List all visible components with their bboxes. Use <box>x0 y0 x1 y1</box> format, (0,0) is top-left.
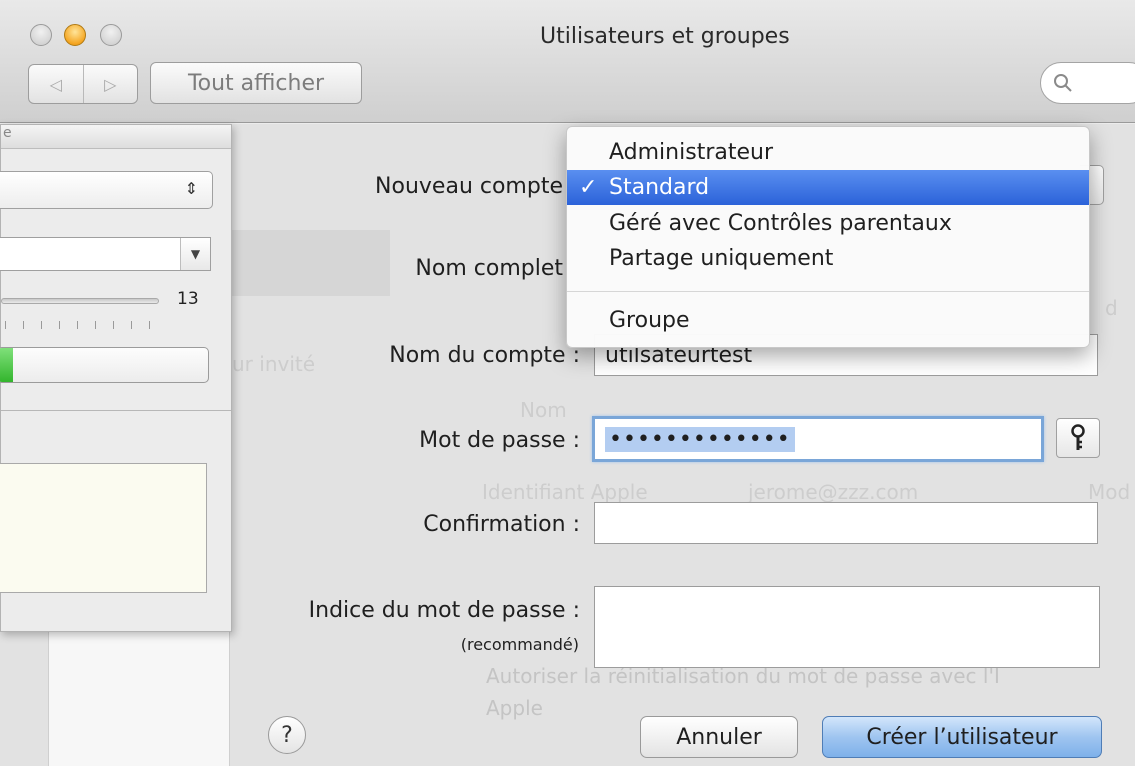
panel-text-area[interactable] <box>0 463 207 593</box>
verify-label: Confirmation : <box>423 512 580 537</box>
account-type-menu: Administrateur ✓ Standard Géré avec Cont… <box>566 126 1090 348</box>
password-hint-field[interactable] <box>594 586 1100 668</box>
checkmark-icon: ✓ <box>579 175 598 200</box>
password-label: Mot de passe : <box>419 428 580 453</box>
progress-bar <box>0 347 209 383</box>
slider-ticks <box>5 321 155 329</box>
menu-item-label: Géré avec Contrôles parentaux <box>609 211 952 236</box>
menu-item-standard[interactable]: ✓ Standard <box>567 170 1089 205</box>
show-all-button[interactable]: Tout afficher <box>150 62 362 104</box>
apple-id-ghost-value: jerome@zzz.com <box>748 480 919 504</box>
modify-ghost-text: Mod <box>1088 480 1131 504</box>
cancel-button[interactable]: Annuler <box>640 716 798 758</box>
panel-divider <box>1 410 231 411</box>
back-forward-control: ◁ ▷ <box>28 64 138 104</box>
help-button[interactable]: ? <box>268 716 306 754</box>
chevron-right-icon: ▷ <box>104 74 117 94</box>
panel-combo-box[interactable]: ▼ <box>0 237 211 271</box>
menu-separator <box>567 291 1089 292</box>
minimize-window-button[interactable] <box>64 24 86 46</box>
password-value: ••••••••••••• <box>605 426 795 452</box>
right-ghost-fragment: d <box>1105 296 1118 320</box>
window-title: Utilisateurs et groupes <box>540 24 790 49</box>
password-field[interactable]: ••••••••••••• <box>592 416 1044 462</box>
account-type-label: Nouveau compte <box>375 174 563 199</box>
dropdown-triangle-icon[interactable]: ▼ <box>180 238 210 270</box>
menu-item-label: Partage uniquement <box>609 246 834 271</box>
magnifier-icon <box>1054 74 1072 92</box>
menu-item-label: Administrateur <box>609 140 773 165</box>
menu-item-sharing-only[interactable]: Partage uniquement <box>567 241 1089 276</box>
back-button[interactable]: ◁ <box>29 65 83 103</box>
verify-field[interactable] <box>594 502 1098 544</box>
account-name-label: Nom du compte : <box>389 343 580 368</box>
slider-value: 13 <box>177 289 199 309</box>
apple-id-ghost-label: Identifiant Apple <box>482 480 648 504</box>
full-name-label: Nom complet <box>415 256 563 281</box>
progress-fill <box>0 348 13 382</box>
key-icon <box>1071 424 1085 450</box>
password-assistant-button[interactable] <box>1056 418 1100 458</box>
menu-item-group[interactable]: Groupe <box>567 303 1089 338</box>
menu-item-label: Groupe <box>609 308 690 333</box>
selected-user-background <box>230 230 390 296</box>
panel-header: e <box>1 125 231 149</box>
create-user-button[interactable]: Créer l’utilisateur <box>822 716 1102 758</box>
name-ghost-text: Nom <box>520 398 567 422</box>
menu-item-label: Standard <box>609 175 710 200</box>
up-down-arrows-icon: ⇕ <box>184 179 198 198</box>
search-field[interactable] <box>1040 62 1135 104</box>
panel-popup-button[interactable]: ⇕ <box>0 171 213 209</box>
menu-item-administrator[interactable]: Administrateur <box>567 135 1089 170</box>
window-titlebar: Utilisateurs et groupes ◁ ▷ Tout affiche… <box>0 0 1135 123</box>
password-hint-label: Indice du mot de passe : <box>308 598 580 623</box>
zoom-window-button[interactable] <box>100 24 122 46</box>
apple-ghost-text: Apple <box>486 696 543 720</box>
guest-user-ghost-text: ur invité <box>232 352 316 376</box>
forward-button[interactable]: ▷ <box>82 65 138 103</box>
password-hint-sublabel: (recommandé) <box>460 635 579 654</box>
floating-settings-panel: e ⇕ ▼ 13 <box>0 124 232 632</box>
panel-slider-track[interactable] <box>1 298 159 304</box>
menu-item-managed-parental-controls[interactable]: Géré avec Contrôles parentaux <box>567 206 1089 241</box>
chevron-left-icon: ◁ <box>49 74 62 94</box>
close-window-button[interactable] <box>30 24 52 46</box>
